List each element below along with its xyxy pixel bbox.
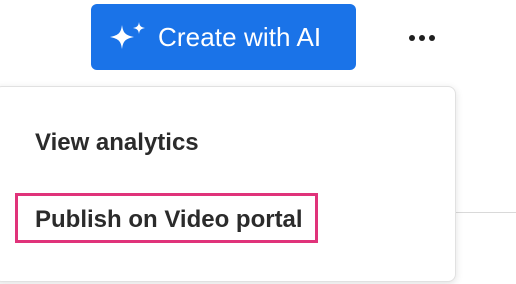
- more-horizontal-icon: [409, 35, 435, 41]
- more-options-button[interactable]: [394, 20, 450, 56]
- menu-item-publish-on-video-portal[interactable]: Publish on Video portal: [15, 193, 318, 243]
- create-with-ai-button[interactable]: Create with AI: [91, 4, 356, 70]
- sparkle-icon: [108, 21, 148, 53]
- menu-item-view-analytics[interactable]: View analytics: [35, 129, 199, 157]
- dropdown-menu: View analytics Publish on Video portal: [0, 86, 456, 282]
- divider: [455, 212, 516, 213]
- create-with-ai-label: Create with AI: [158, 21, 322, 52]
